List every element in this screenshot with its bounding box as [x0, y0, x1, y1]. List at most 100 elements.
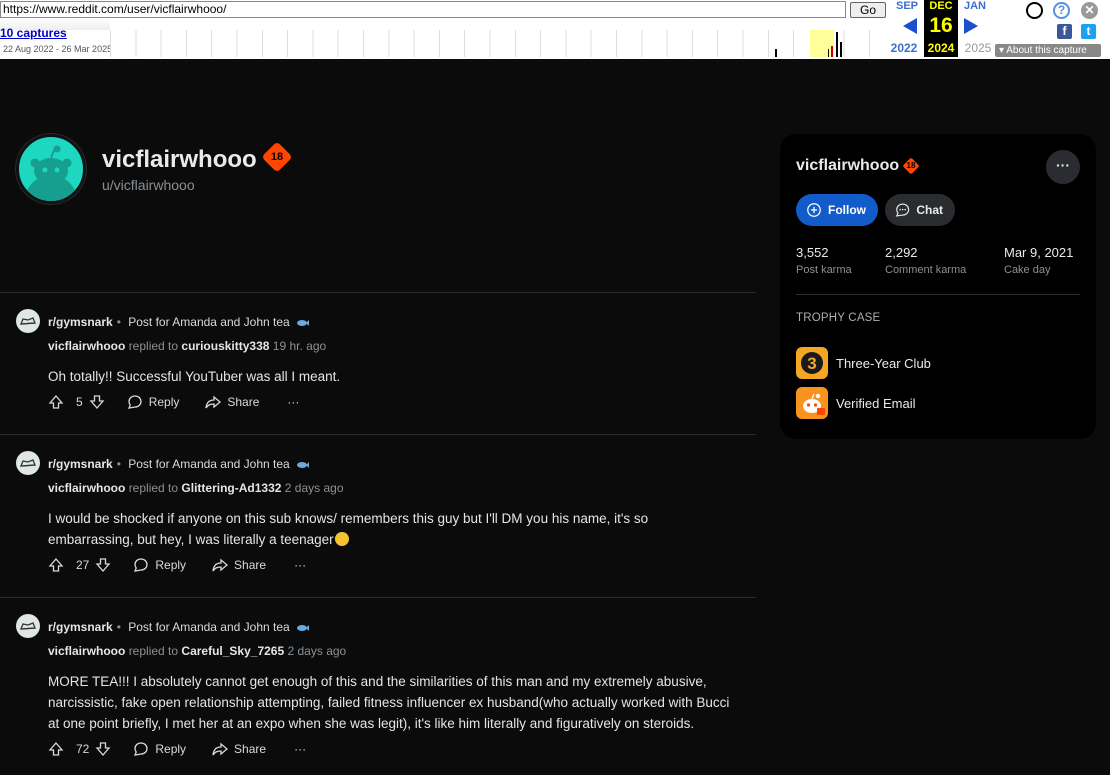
comment-author-meta: vicflairwhooo replied to Careful_Sky_726… — [48, 644, 346, 658]
replied-to-user[interactable]: Glittering-Ad1332 — [181, 481, 281, 495]
subreddit-icon[interactable] — [16, 614, 40, 638]
nsfw-badge-label: 18 — [906, 161, 916, 170]
upvote-icon[interactable] — [48, 394, 64, 410]
replied-to-user[interactable]: curiouskitty338 — [181, 339, 269, 353]
more-options-button[interactable]: ··· — [294, 558, 306, 572]
comment-author-meta: vicflairwhooo replied to Glittering-Ad13… — [48, 481, 344, 495]
verified-email-icon — [796, 387, 828, 419]
upvote-icon[interactable] — [48, 741, 64, 757]
user-account-icon[interactable] — [1026, 2, 1043, 19]
share-icon — [212, 558, 229, 572]
comment-author-meta: vicflairwhooo replied to curiouskitty338… — [48, 339, 326, 353]
comment-author[interactable]: vicflairwhooo — [48, 481, 125, 495]
about-capture-button[interactable]: ▾ About this capture — [995, 44, 1101, 57]
subreddit-icon[interactable] — [16, 309, 40, 333]
downvote-icon[interactable] — [95, 557, 111, 573]
sidebar-more-button[interactable]: ··· — [1046, 150, 1080, 184]
capture-tick[interactable] — [828, 49, 829, 57]
feed-divider — [0, 597, 756, 598]
prev-month-label[interactable]: SEP — [892, 0, 922, 12]
vote-count: 27 — [76, 558, 90, 572]
subreddit-icon[interactable] — [16, 451, 40, 475]
next-year-label: 2025 — [964, 41, 992, 55]
about-capture-label: About this capture — [1006, 45, 1087, 56]
reply-button[interactable]: Reply — [127, 394, 179, 410]
subreddit-link[interactable]: r/gymsnark — [48, 457, 113, 471]
subreddit-link[interactable]: r/gymsnark — [48, 315, 113, 329]
share-button[interactable]: Share — [205, 394, 259, 410]
replied-to-label: replied to — [128, 339, 179, 353]
comment-author[interactable]: vicflairwhooo — [48, 339, 125, 353]
post-title-link[interactable]: Post for Amanda and John tea — [128, 620, 289, 634]
follow-button[interactable]: Follow — [796, 194, 878, 226]
share-button[interactable]: Share — [212, 557, 266, 573]
tea-emoji-icon — [297, 624, 310, 631]
close-icon[interactable]: ✕ — [1081, 2, 1098, 19]
reply-button[interactable]: Reply — [133, 557, 186, 573]
capture-tick[interactable] — [836, 32, 838, 57]
post-title-link[interactable]: Post for Amanda and John tea — [128, 315, 289, 329]
comment-karma-label: Comment karma — [885, 264, 967, 276]
post-karma-value: 3,552 — [796, 245, 829, 260]
feed-divider — [0, 292, 756, 293]
prev-capture-arrow[interactable] — [903, 18, 917, 34]
vote-count: 72 — [76, 742, 90, 756]
cake-day-value: Mar 9, 2021 — [1004, 245, 1074, 260]
next-month-label[interactable]: JAN — [960, 0, 990, 12]
capture-timeline[interactable] — [110, 30, 884, 57]
downvote-icon[interactable] — [95, 741, 111, 757]
svg-text:3: 3 — [807, 354, 816, 373]
wayback-go-button[interactable]: Go — [850, 2, 886, 18]
comment-author[interactable]: vicflairwhooo — [48, 644, 125, 658]
prev-year-label[interactable]: 2022 — [888, 41, 920, 55]
share-label: Share — [234, 742, 267, 756]
next-capture-arrow[interactable] — [964, 18, 978, 34]
current-month-label: DEC — [929, 0, 953, 12]
share-icon — [212, 742, 229, 756]
chat-button[interactable]: Chat — [885, 194, 955, 226]
replied-to-user[interactable]: Careful_Sky_7265 — [181, 644, 284, 658]
sidebar-display-name: vicflairwhooo — [796, 157, 900, 174]
three-year-club-icon: 3 — [796, 347, 828, 379]
current-day-label: 16 — [929, 14, 953, 37]
trophy-label: Three-Year Club — [836, 356, 931, 371]
wayback-toolbar: https://www.reddit.com/user/vicflairwhoo… — [0, 0, 1110, 62]
profile-sidebar: vicflairwhooo 18 ··· Follow Chat 3,552 P… — [780, 134, 1096, 439]
capture-tick[interactable] — [831, 46, 833, 57]
more-options-button[interactable]: ··· — [294, 742, 306, 756]
comment-post-meta: r/gymsnark • Post for Amanda and John tea — [48, 457, 310, 471]
capture-tick[interactable] — [840, 42, 842, 57]
grimace-emoji-icon — [334, 532, 349, 546]
upvote-icon[interactable] — [48, 557, 64, 573]
more-options-button[interactable]: ··· — [287, 395, 299, 409]
twitter-icon[interactable]: t — [1081, 24, 1096, 39]
comment-post-meta: r/gymsnark • Post for Amanda and John tea — [48, 315, 310, 329]
wayback-url-input[interactable]: https://www.reddit.com/user/vicflairwhoo… — [0, 1, 846, 18]
nsfw-badge-icon: 18 — [902, 157, 920, 175]
share-label: Share — [227, 395, 260, 409]
help-icon[interactable]: ? — [1053, 2, 1070, 19]
reply-label: Reply — [155, 558, 187, 572]
captures-link[interactable]: 10 captures — [0, 26, 67, 40]
reply-button[interactable]: Reply — [133, 741, 186, 757]
chat-icon — [895, 203, 910, 217]
comment-time: 2 days ago — [284, 481, 344, 495]
share-button[interactable]: Share — [212, 741, 266, 757]
share-label: Share — [234, 558, 267, 572]
post-title-link[interactable]: Post for Amanda and John tea — [128, 457, 289, 471]
subreddit-link[interactable]: r/gymsnark — [48, 620, 113, 634]
comment-bubble-icon — [134, 742, 149, 756]
downvote-icon[interactable] — [89, 394, 105, 410]
trophy-label: Verified Email — [836, 396, 916, 411]
replied-to-label: replied to — [128, 644, 179, 658]
cake-day-label: Cake day — [1004, 264, 1051, 276]
snoo-avatar-icon — [25, 145, 77, 201]
follow-label: Follow — [828, 203, 866, 217]
capture-tick[interactable] — [775, 49, 777, 57]
current-year-label: 2024 — [927, 41, 955, 55]
facebook-icon[interactable]: f — [1057, 24, 1072, 39]
comment-actions: 72 Reply Share ··· — [48, 739, 306, 759]
comment-actions: 27 Reply Share ··· — [48, 555, 306, 575]
comment-karma-value: 2,292 — [885, 245, 918, 260]
nsfw-badge-icon: 18 — [261, 141, 293, 173]
